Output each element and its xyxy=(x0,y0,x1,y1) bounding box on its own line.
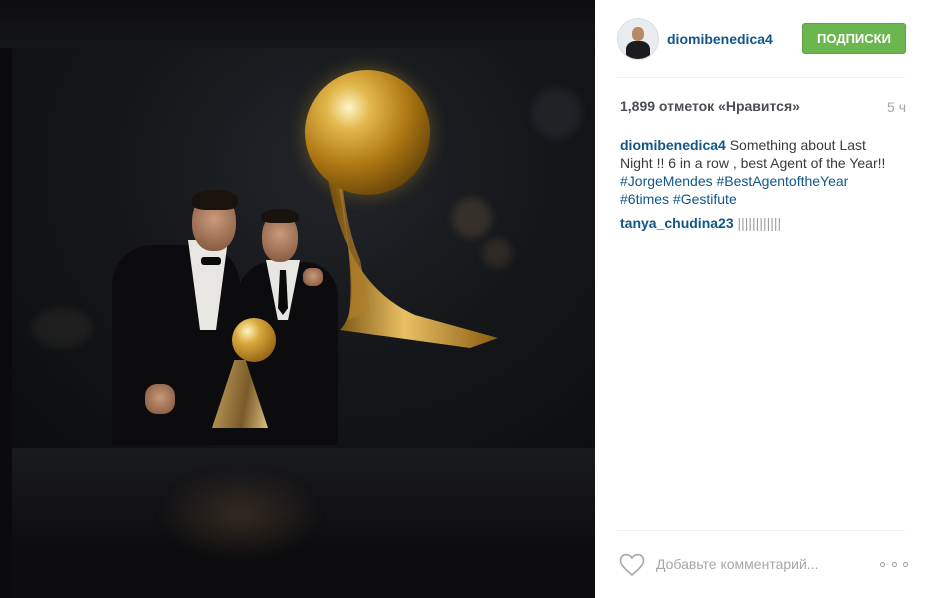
photo-top-shadow xyxy=(0,0,595,48)
post-timestamp[interactable]: 5 ч xyxy=(887,99,906,115)
comment-text: |||||||||||| xyxy=(737,215,782,231)
follow-button[interactable]: ПОДПИСКИ xyxy=(802,23,906,54)
ellipsis-dot xyxy=(891,561,897,567)
trophy-ball xyxy=(305,70,430,195)
reflection-glow xyxy=(160,470,320,560)
trophy-stem-shape xyxy=(328,180,498,348)
small-trophy-ball xyxy=(232,318,276,362)
post-side-panel: diomibenedica4 ПОДПИСКИ 1,899 отметок «Н… xyxy=(595,0,925,598)
ellipsis-dot xyxy=(903,561,908,567)
hashtag-link[interactable]: #Gestifute xyxy=(673,191,737,207)
footer-divider xyxy=(617,530,905,531)
comment-username-link[interactable]: tanya_chudina23 xyxy=(620,215,734,231)
avatar[interactable] xyxy=(617,18,659,60)
comment-item: tanya_chudina23 |||||||||||| xyxy=(620,214,781,232)
bokeh-light xyxy=(532,88,582,138)
likes-count[interactable]: 1,899 отметок «Нравится» xyxy=(620,98,800,114)
post-header: diomibenedica4 ПОДПИСКИ xyxy=(595,0,925,78)
hashtag-link[interactable]: #BestAgentoftheYear xyxy=(717,173,849,189)
ellipsis-icon[interactable] xyxy=(880,556,908,572)
post-photo[interactable] xyxy=(0,0,595,598)
header-divider xyxy=(617,77,905,78)
bokeh-light xyxy=(32,308,92,348)
caption-username-link[interactable]: diomibenedica4 xyxy=(620,137,726,153)
header-username-link[interactable]: diomibenedica4 xyxy=(667,31,773,47)
comment-input[interactable] xyxy=(656,553,856,575)
hashtag-link[interactable]: #JorgeMendes xyxy=(620,173,713,189)
ellipsis-dot xyxy=(880,561,885,567)
instagram-post: diomibenedica4 ПОДПИСКИ 1,899 отметок «Н… xyxy=(0,0,925,598)
post-caption: diomibenedica4 Something about Last Nigh… xyxy=(620,136,890,208)
heart-outline-icon[interactable] xyxy=(619,553,645,577)
hashtag-link[interactable]: #6times xyxy=(620,191,669,207)
